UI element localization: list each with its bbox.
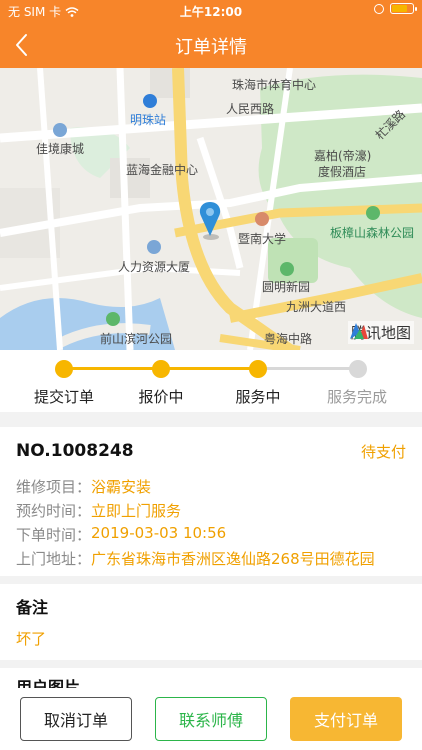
field-value: 广东省珠海市香洲区逸仙路268号田德花园 <box>91 550 375 568</box>
map-label: 暨南大学 <box>238 232 287 246</box>
bottom-action-bar: 取消订单 联系师傅 支付订单 <box>0 688 422 750</box>
location-pin-icon <box>199 202 221 240</box>
school-icon <box>255 212 269 226</box>
step-dot <box>249 360 267 378</box>
progress-steps: 提交订单 报价中 服务中 服务完成 <box>0 350 422 412</box>
step-label: 服务完成 <box>326 388 387 406</box>
step-dot <box>349 360 367 378</box>
order-field-appointment: 预约时间： 立即上门服务 <box>16 500 181 521</box>
step-connector <box>258 367 358 370</box>
park-icon <box>366 206 380 220</box>
order-field-address: 上门地址： 广东省珠海市香洲区逸仙路268号田德花园 <box>16 548 375 569</box>
map-label: 明珠站 <box>130 113 167 127</box>
remark-text: 坏了 <box>16 630 47 648</box>
remark-section: 备注 坏了 <box>0 584 422 660</box>
map-label: 圆明新园 <box>262 280 311 294</box>
order-number: NO.1008248 <box>16 441 134 461</box>
order-info-card: NO.1008248 待支付 维修项目： 浴霸安装 预约时间： 立即上门服务 下… <box>0 427 422 576</box>
step-dot <box>152 360 170 378</box>
rotation-lock-icon <box>374 3 384 14</box>
field-label: 维修项目： <box>16 478 92 496</box>
metro-station-icon <box>143 94 157 108</box>
step-label: 服务中 <box>235 388 281 406</box>
order-detail-screen: 无 SIM 卡 上午12:00 订单详情 珠海市体育中心 人民西路 明珠站 佳境… <box>0 0 422 750</box>
map-view[interactable]: 珠海市体育中心 人民西路 明珠站 佳境康城 蓝海金融中心 嘉柏(帝濠) 度假酒店… <box>0 68 422 350</box>
nav-bar: 订单详情 <box>0 22 422 68</box>
order-field-created: 下单时间： 2019-03-03 10:56 <box>16 524 226 545</box>
step-dot <box>55 360 73 378</box>
step-label: 提交订单 <box>33 388 94 406</box>
building-icon <box>53 123 67 137</box>
map-label: 人民西路 <box>226 102 275 116</box>
map-label: 珠海市体育中心 <box>232 78 317 92</box>
pay-order-button[interactable]: 支付订单 <box>290 697 402 741</box>
field-label: 下单时间： <box>16 526 92 544</box>
map-label: 嘉柏(帝濠) <box>314 149 372 163</box>
status-time: 上午12:00 <box>179 5 243 19</box>
header: 无 SIM 卡 上午12:00 订单详情 <box>0 0 422 68</box>
remark-title: 备注 <box>16 598 49 617</box>
map-label: 度假酒店 <box>318 165 367 179</box>
park-icon <box>106 312 120 326</box>
page-title: 订单详情 <box>175 37 247 58</box>
map-label: 前山滨河公园 <box>100 332 173 346</box>
map-label: 粤海中路 <box>264 332 313 346</box>
cancel-order-button[interactable]: 取消订单 <box>20 697 132 741</box>
field-value: 立即上门服务 <box>91 502 182 520</box>
order-status-badge: 待支付 <box>360 443 406 461</box>
status-right <box>374 3 417 14</box>
status-bar: 无 SIM 卡 上午12:00 <box>0 0 422 22</box>
field-label: 上门地址： <box>16 550 92 568</box>
field-label: 预约时间： <box>16 502 92 520</box>
tencent-map-icon <box>349 323 368 339</box>
map-label: 板樟山森林公园 <box>330 226 415 240</box>
map-label: 九洲大道西 <box>286 300 347 314</box>
battery-icon <box>390 3 417 14</box>
map-provider-logo: 腾讯地图 <box>347 321 414 344</box>
garden-icon <box>280 262 294 276</box>
order-field-service: 维修项目： 浴霸安装 <box>16 476 151 497</box>
building-icon <box>147 240 161 254</box>
field-value: 2019-03-03 10:56 <box>91 524 227 542</box>
map-label: 蓝海金融中心 <box>126 163 199 177</box>
contact-technician-button[interactable]: 联系师傅 <box>155 697 267 741</box>
map-label: 人力资源大厦 <box>118 260 191 274</box>
step-label: 报价中 <box>138 388 184 406</box>
field-value: 浴霸安装 <box>91 478 152 496</box>
map-label: 佳境康城 <box>36 142 85 156</box>
